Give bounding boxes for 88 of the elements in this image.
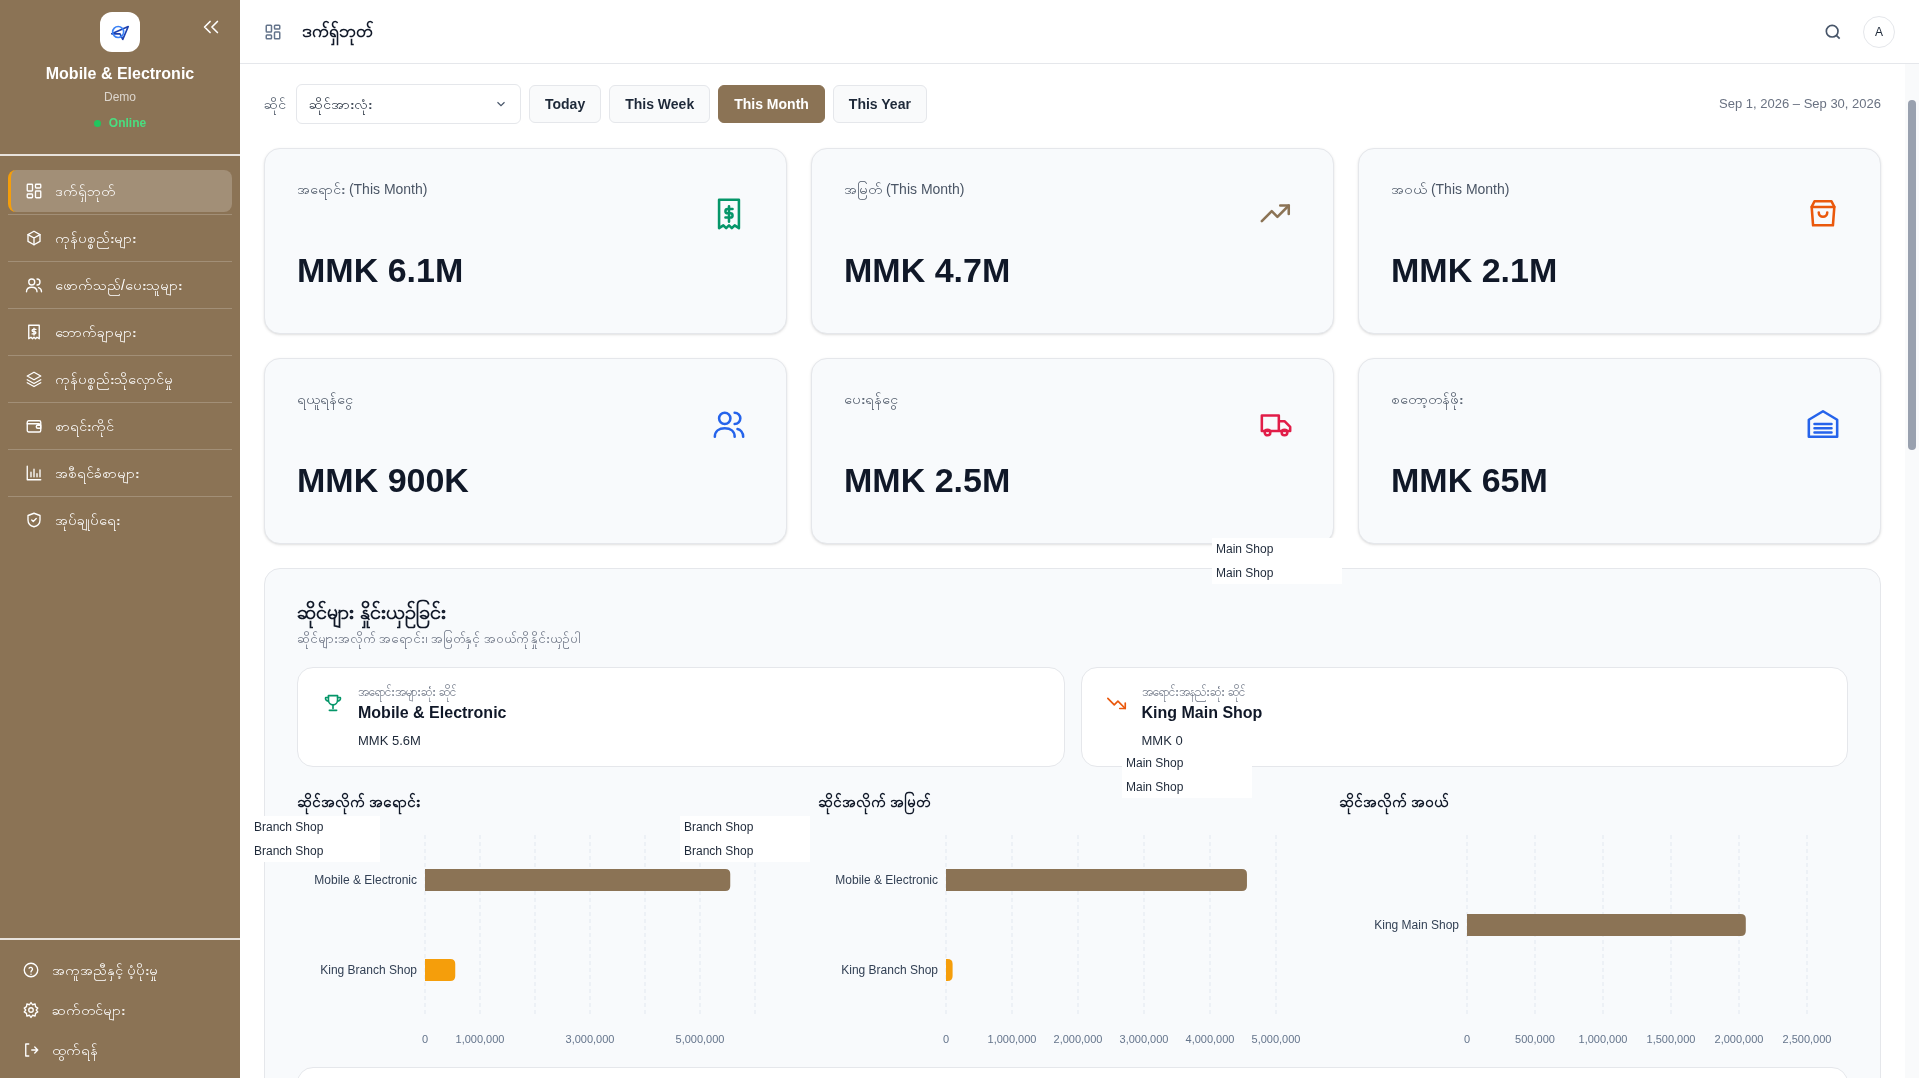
axis-tick-label: 1,500,000 xyxy=(1646,1032,1696,1045)
period-tab[interactable]: This Month xyxy=(718,85,825,123)
status-label: Online xyxy=(108,115,147,132)
section-title: ဆိုင်များ နှိုင်းယှဉ်ခြင်း xyxy=(297,597,1848,627)
dashboard-icon xyxy=(25,182,43,200)
bar-chart-icon xyxy=(25,464,43,482)
stat-label: စတော့တန်ဖိုး xyxy=(1391,389,1463,410)
layers-icon xyxy=(25,370,43,388)
axis-tick-label: 1,000,000 xyxy=(455,1032,505,1045)
nav-item[interactable]: ကုန်ပစ္စည်းသိုလှောင်မှု xyxy=(8,358,232,400)
sidebar-footer-item[interactable]: ထွက်ရန် xyxy=(22,1032,218,1068)
axis-tick-label: 2,000,000 xyxy=(1053,1032,1103,1045)
dashboard-icon xyxy=(264,22,282,41)
sidebar-footer-item[interactable]: အကူအညီနှင့် ပံ့ပိုးမှု xyxy=(22,952,218,988)
stat-value: MMK 2.1M xyxy=(1391,250,1559,291)
stat-value: MMK 65M xyxy=(1391,460,1549,501)
period-tab[interactable]: This Week xyxy=(609,85,711,123)
stat-value: MMK 4.7M xyxy=(844,250,1012,291)
label-text: Main Shop xyxy=(1126,755,1185,772)
bar xyxy=(946,958,953,981)
highlight-label: အရောင်းအနည်းဆုံး ဆိုင် xyxy=(1141,682,1263,701)
period-tab[interactable]: This Year xyxy=(832,85,927,123)
users-icon xyxy=(25,276,43,294)
sidebar-footer-item[interactable]: ဆက်တင်များ xyxy=(22,992,218,1028)
category-label: King Main Shop xyxy=(1374,917,1459,932)
highlight-value: MMK 0 xyxy=(1141,731,1184,750)
stat-value: MMK 900K xyxy=(297,460,470,501)
highlight-label: အရောင်းအများဆုံး ဆိုင် xyxy=(358,682,507,701)
receipt-icon xyxy=(25,323,43,341)
stat-label: ပေးရန်ငွေ xyxy=(844,389,898,410)
axis-tick-label: 4,000,000 xyxy=(1185,1032,1235,1045)
nav-item[interactable]: အုပ်ချုပ်ရေး xyxy=(8,499,232,541)
warehouse-icon xyxy=(1806,407,1840,441)
label-text: Branch Shop xyxy=(254,843,325,860)
category-label: Mobile & Electronic xyxy=(314,872,417,887)
category-label: King Branch Shop xyxy=(841,962,938,977)
shop-filter-label: ဆိုင် xyxy=(264,93,286,115)
label-text: Branch Shop xyxy=(254,819,325,836)
axis-tick-label: 3,000,000 xyxy=(1119,1032,1169,1045)
axis-tick-label: 2,500,000 xyxy=(1782,1032,1832,1045)
settings-icon xyxy=(22,1001,40,1019)
nav-item[interactable]: ဖောက်သည်/ပေးသူများ xyxy=(8,264,232,306)
axis-tick-label: 1,000,000 xyxy=(1578,1032,1628,1045)
axis-tick-label: 2,000,000 xyxy=(1714,1032,1764,1045)
shop-dropdown[interactable]: ဆိုင်အားလုံး xyxy=(296,84,521,124)
wallet-icon xyxy=(25,417,43,435)
nav-item[interactable]: ဘောက်ချာများ xyxy=(8,311,232,353)
help-icon xyxy=(22,961,40,979)
nav-item[interactable]: စာရင်းကိုင် xyxy=(8,405,232,447)
stat-label: အမြတ် (This Month) xyxy=(844,179,965,200)
axis-tick-label: 5,000,000 xyxy=(675,1032,725,1045)
nav-item[interactable]: အစီရင်ခံစာများ xyxy=(8,452,232,494)
label-text: Main Shop xyxy=(1216,541,1275,558)
nav-item[interactable]: ဒက်ရှ်ဘုတ် xyxy=(8,170,232,212)
logout-icon xyxy=(22,1041,40,1059)
axis-tick-label: 0 xyxy=(1463,1032,1471,1045)
stat-label: အရောင်း (This Month) xyxy=(297,179,428,200)
shop-subtitle: Demo xyxy=(104,89,136,106)
label-text: Branch Shop xyxy=(684,843,755,860)
scrollbar[interactable] xyxy=(1905,64,1919,1078)
date-range: Sep 1, 2026 – Sep 30, 2026 xyxy=(1719,95,1881,114)
stat-label: အဝယ် (This Month) xyxy=(1391,180,1510,199)
axis-tick-label: 0 xyxy=(942,1032,950,1045)
shield-check-icon xyxy=(25,511,43,529)
axis-tick-label: 5,000,000 xyxy=(1251,1032,1301,1045)
page-title: ဒက်ရှ်ဘုတ် xyxy=(302,18,373,45)
bar xyxy=(425,958,456,981)
label-text: Branch Shop xyxy=(684,819,755,836)
nav-item[interactable]: ကုန်ပစ္စည်းများ xyxy=(8,217,232,259)
stat-value: MMK 6.1M xyxy=(297,250,465,291)
stat-value: MMK 2.5M xyxy=(844,460,1012,501)
axis-tick-label: 1,000,000 xyxy=(987,1032,1037,1045)
highlight-shop-name: King Main Shop xyxy=(1141,702,1263,723)
axis-tick-label: 500,000 xyxy=(1515,1032,1555,1045)
box-icon xyxy=(25,229,43,247)
stat-label: ရယူရန်ငွေ xyxy=(297,389,353,410)
chart-title: ဆိုင်အလိုက် အရောင်း xyxy=(297,790,806,815)
chart-title: ဆိုင်အလိုက် အဝယ် xyxy=(1339,790,1848,815)
period-tab[interactable]: Today xyxy=(529,85,602,123)
category-label: Mobile & Electronic xyxy=(835,872,938,887)
category-label: King Branch Shop xyxy=(320,962,417,977)
highlight-shop-name: Mobile & Electronic xyxy=(358,702,507,723)
highlight-value: MMK 5.6M xyxy=(358,731,422,750)
label-text: Main Shop xyxy=(1216,565,1275,582)
shop-name: Mobile & Electronic xyxy=(45,64,195,84)
axis-tick-label: 3,000,000 xyxy=(565,1032,615,1045)
axis-tick-label: 0 xyxy=(421,1032,429,1045)
section-subtitle: ဆိုင်များအလိုက် အရောင်း၊ အမြတ်နှင့် အဝယ်ကို နှိုင်းယှဉ်ပါ xyxy=(297,629,1848,649)
